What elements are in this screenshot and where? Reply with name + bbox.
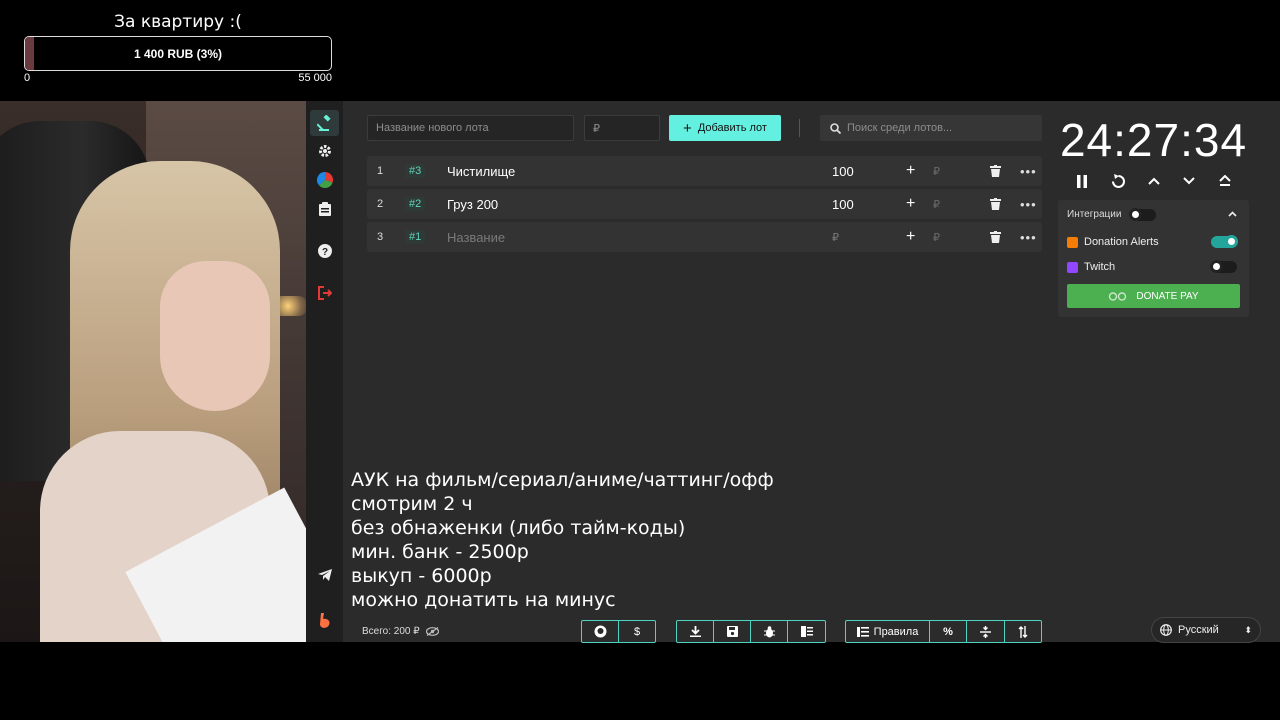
streamer-face: [160, 261, 270, 411]
language-value: Русский: [1178, 624, 1219, 636]
service-name: Donation Alerts: [1084, 236, 1159, 248]
lot-add-input[interactable]: ₽: [933, 231, 940, 244]
more-icon[interactable]: •••: [1020, 197, 1037, 212]
help-icon[interactable]: ?: [310, 238, 339, 264]
rules-label: Правила: [873, 625, 919, 638]
service-name: Twitch: [1084, 261, 1116, 273]
save-icon[interactable]: [714, 621, 751, 642]
add-amount-icon[interactable]: +: [906, 162, 915, 180]
lot-name[interactable]: Название: [447, 230, 505, 245]
total-label: Всего: 200 ₽: [362, 626, 420, 637]
lot-row[interactable]: 2 #2 Груз 200 100 + ₽ •••: [367, 189, 1042, 219]
donate-pay-label: DONATE PAY: [1136, 290, 1199, 302]
chevron-up-icon[interactable]: [1144, 171, 1164, 191]
goal-progress-bar: 1 400 RUB (3%): [24, 36, 332, 71]
telegram-icon[interactable]: [310, 562, 339, 588]
reset-icon[interactable]: [1108, 171, 1128, 191]
lot-row[interactable]: 3 #1 Название ₽ + ₽ •••: [367, 222, 1042, 252]
service-twitch: Twitch: [1067, 261, 1115, 273]
add-lot-button[interactable]: + Добавить лот: [669, 115, 781, 141]
donation-alerts-toggle[interactable]: [1211, 235, 1238, 248]
donate-pay-button[interactable]: DONATE PAY: [1067, 284, 1240, 308]
svg-text:?: ?: [321, 247, 327, 258]
auction-timer: 24:27:34: [1059, 114, 1248, 166]
donate-pay-icon: [1109, 291, 1127, 301]
logo-icon[interactable]: [310, 608, 339, 634]
more-icon[interactable]: •••: [1020, 230, 1037, 245]
lot-row[interactable]: 1 #3 Чистилище 100 + ₽ •••: [367, 156, 1042, 186]
lot-id-tag[interactable]: #1: [405, 230, 426, 244]
donation-alerts-icon: [1067, 236, 1078, 248]
goal-title: За квартиру :(: [114, 12, 242, 32]
add-lot-label: Добавить лот: [697, 122, 767, 134]
language-select[interactable]: Русский ⬍: [1151, 617, 1261, 643]
bug-icon[interactable]: [751, 621, 788, 642]
integrations-title: Интеграции: [1067, 209, 1122, 220]
service-donation-alerts: Donation Alerts: [1067, 236, 1159, 248]
twitch-icon: [1067, 261, 1078, 273]
add-amount-icon[interactable]: +: [906, 228, 915, 246]
pie-chart-icon[interactable]: [310, 167, 339, 193]
github-icon[interactable]: [582, 621, 619, 642]
lot-id-tag[interactable]: #3: [405, 164, 426, 178]
lot-add-input[interactable]: ₽: [933, 198, 940, 211]
twitch-toggle[interactable]: [1210, 260, 1237, 273]
lot-amount[interactable]: ₽: [832, 231, 839, 244]
rules-button[interactable]: Правила: [846, 621, 930, 642]
auction-app: ? Название нового лота ₽ + Добавить лот …: [306, 101, 1280, 643]
eye-off-icon[interactable]: [425, 627, 439, 636]
select-arrows-icon: ⬍: [1244, 624, 1252, 635]
lot-number: 2: [377, 198, 384, 210]
lot-name[interactable]: Чистилище: [447, 164, 515, 179]
percent-icon[interactable]: %: [930, 621, 967, 642]
search-placeholder: Поиск среди лотов...: [847, 122, 953, 134]
trash-icon[interactable]: [990, 231, 1001, 243]
archive-list-icon[interactable]: [788, 621, 825, 642]
lot-id-tag[interactable]: #2: [405, 197, 426, 211]
goal-min-label: 0: [24, 72, 31, 84]
double-chevron-up-icon[interactable]: [1215, 171, 1235, 191]
split-icon[interactable]: [967, 621, 1005, 642]
pause-icon[interactable]: [1072, 171, 1092, 191]
plus-icon: +: [683, 119, 692, 137]
sidebar: ?: [306, 101, 343, 642]
clipboard-icon[interactable]: [310, 196, 339, 222]
search-input[interactable]: Поиск среди лотов...: [820, 115, 1042, 141]
lot-name-input[interactable]: Название нового лота: [367, 115, 574, 141]
trash-icon[interactable]: [990, 165, 1001, 177]
lot-amount-input[interactable]: ₽: [584, 115, 660, 141]
chevron-up-icon[interactable]: [1228, 211, 1237, 217]
toolbar-divider: [799, 119, 800, 137]
more-icon[interactable]: •••: [1020, 164, 1037, 179]
integrations-panel: Интеграции Donation Alerts Twitch DONATE…: [1058, 200, 1249, 317]
lot-number: 3: [377, 231, 384, 243]
lot-number: 1: [377, 165, 384, 177]
links-button-group: $: [581, 620, 656, 643]
logout-icon[interactable]: [310, 280, 339, 306]
lot-amount[interactable]: 100: [832, 197, 854, 212]
tools-button-group: Правила %: [845, 620, 1042, 643]
auction-rules-text: АУК на фильм/сериал/аниме/чаттинг/офф см…: [351, 469, 774, 611]
donate-dollar-icon[interactable]: $: [619, 621, 655, 642]
goal-progress-text: 1 400 RUB (3%): [133, 46, 223, 61]
webcam-feed: [0, 101, 306, 642]
sort-icon[interactable]: [1005, 621, 1041, 642]
chevron-down-icon[interactable]: [1179, 171, 1199, 191]
gear-icon[interactable]: [310, 138, 339, 164]
donation-goal-widget: За квартиру :( 1 400 RUB (3%) 0 55 000: [24, 12, 332, 84]
total-sum: Всего: 200 ₽: [362, 626, 439, 637]
download-icon[interactable]: [677, 621, 714, 642]
goal-max-label: 55 000: [298, 72, 332, 84]
lot-name[interactable]: Груз 200: [447, 197, 498, 212]
globe-icon: [1160, 624, 1172, 636]
search-icon: [830, 122, 841, 134]
lot-add-input[interactable]: ₽: [933, 165, 940, 178]
trash-icon[interactable]: [990, 198, 1001, 210]
lot-amount[interactable]: 100: [832, 164, 854, 179]
add-amount-icon[interactable]: +: [906, 195, 915, 213]
integrations-toggle[interactable]: [1129, 208, 1156, 221]
rules-list-icon: [856, 626, 869, 637]
file-button-group: [676, 620, 826, 643]
gavel-icon[interactable]: [310, 110, 339, 136]
